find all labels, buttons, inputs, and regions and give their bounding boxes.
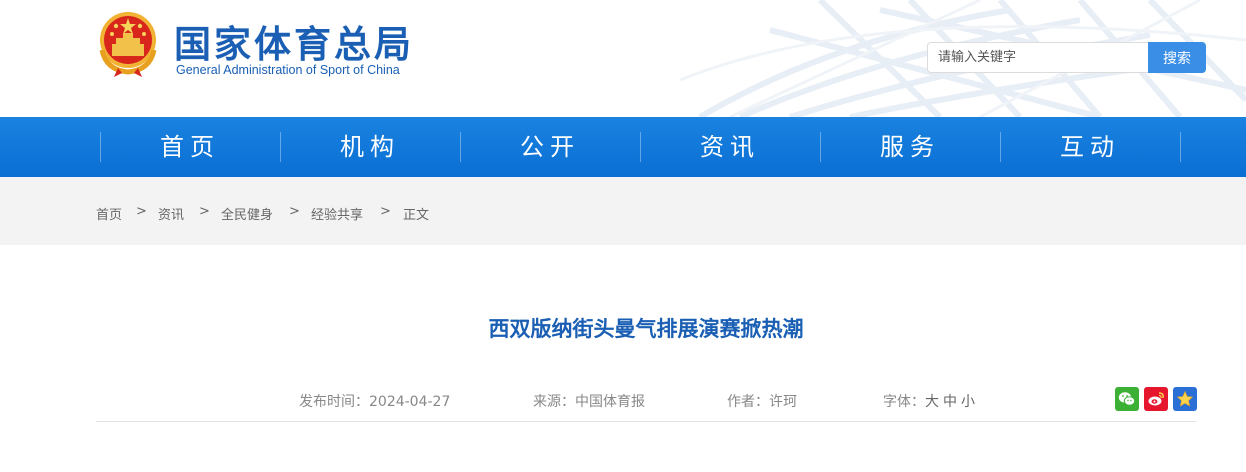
- main-nav: 首页 机构 公开 资讯 服务 互动: [0, 117, 1246, 177]
- breadcrumb-current: 正文: [403, 208, 430, 223]
- wechat-share-button[interactable]: [1115, 387, 1139, 411]
- breadcrumb: 首页 > 资讯 > 全民健身 > 经验共享 > 正文: [0, 177, 1246, 245]
- breadcrumb-separator: >: [289, 204, 300, 219]
- nav-item-news[interactable]: 资讯: [640, 117, 820, 177]
- font-size-label: 字体：: [883, 394, 925, 410]
- article-source: 来源：中国体育报: [533, 394, 645, 410]
- nav-separator: [1180, 132, 1181, 162]
- font-size-large[interactable]: 大: [925, 394, 939, 410]
- font-size-control: 字体：大中小: [883, 391, 975, 411]
- weibo-icon: [1148, 392, 1164, 406]
- favorite-star-icon: [1176, 390, 1194, 407]
- breadcrumb-separator: >: [199, 204, 210, 219]
- wechat-icon: [1118, 392, 1136, 406]
- search-input[interactable]: [927, 42, 1148, 73]
- font-size-medium[interactable]: 中: [943, 394, 957, 410]
- breadcrumb-news[interactable]: 资讯: [158, 204, 184, 223]
- breadcrumb-experience-sharing[interactable]: 经验共享: [311, 204, 363, 223]
- breadcrumb-home[interactable]: 首页: [96, 204, 122, 223]
- article-author: 作者：许珂: [727, 394, 797, 410]
- meta-divider: [96, 421, 1196, 422]
- publish-time: 发布时间：2024-04-27: [299, 394, 451, 410]
- nav-item-organization[interactable]: 机构: [280, 117, 460, 177]
- favorite-share-button[interactable]: [1173, 387, 1197, 411]
- search-button[interactable]: 搜索: [1148, 42, 1206, 73]
- weibo-share-button[interactable]: [1144, 387, 1168, 411]
- site-subtitle: General Administration of Sport of China: [176, 63, 400, 77]
- nav-item-home[interactable]: 首页: [100, 117, 280, 177]
- font-size-small[interactable]: 小: [961, 394, 975, 410]
- breadcrumb-separator: >: [136, 204, 147, 219]
- national-emblem-icon: [99, 12, 157, 77]
- breadcrumb-national-fitness[interactable]: 全民健身: [221, 204, 273, 223]
- site-title[interactable]: 国家体育总局: [174, 14, 414, 68]
- nav-item-interaction[interactable]: 互动: [1000, 117, 1180, 177]
- nav-item-public[interactable]: 公开: [460, 117, 640, 177]
- nav-item-services[interactable]: 服务: [820, 117, 1000, 177]
- site-header: 国家体育总局 General Administration of Sport o…: [0, 0, 1246, 117]
- breadcrumb-separator: >: [380, 204, 391, 219]
- article-title: 西双版纳街头曼气排展演赛掀热潮: [488, 317, 804, 341]
